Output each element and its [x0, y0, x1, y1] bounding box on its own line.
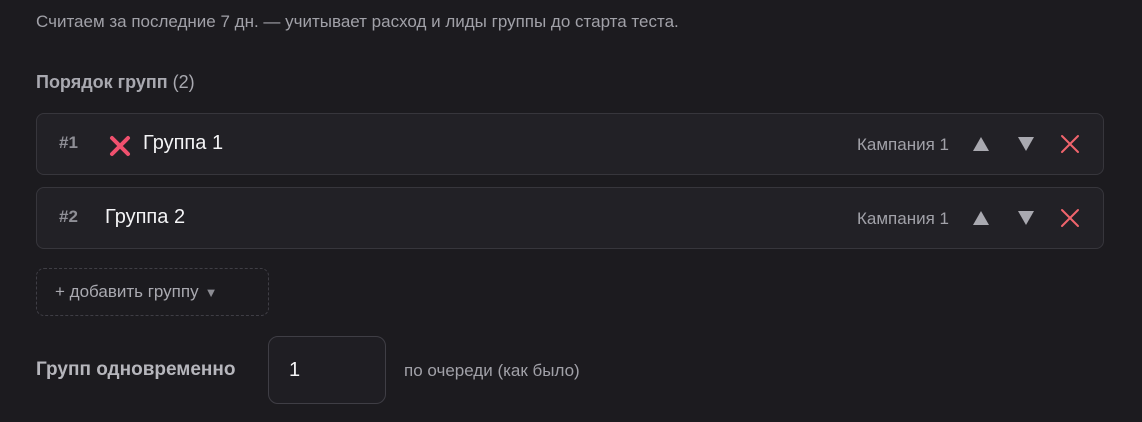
remove-group-button[interactable]	[1058, 206, 1082, 230]
concurrent-groups-label: Групп одновременно	[36, 359, 236, 380]
close-icon	[1061, 209, 1079, 227]
campaign-name: Кампания 1	[857, 209, 949, 228]
period-hint: Считаем за последние 7 дн. — учитывает р…	[36, 12, 679, 31]
triangle-down-icon	[1018, 211, 1034, 225]
triangle-up-icon	[973, 137, 989, 151]
triangle-down-icon	[1018, 137, 1034, 151]
concurrent-groups-hint: по очереди (как было)	[404, 361, 580, 380]
move-up-button[interactable]	[969, 132, 993, 156]
remove-group-button[interactable]	[1058, 132, 1082, 156]
group-order-panel: Считаем за последние 7 дн. — учитывает р…	[0, 0, 1142, 422]
group-row-index: #1	[59, 133, 78, 152]
triangle-up-icon	[973, 211, 989, 225]
section-title-label: Порядок групп	[36, 72, 168, 92]
add-group-button[interactable]: + добавить группу ▼	[36, 268, 269, 316]
move-down-button[interactable]	[1014, 206, 1038, 230]
move-up-button[interactable]	[969, 206, 993, 230]
group-row-index: #2	[59, 207, 78, 226]
add-group-label: + добавить группу	[55, 282, 199, 301]
close-icon	[1061, 135, 1079, 153]
group-name: Группа 2	[105, 206, 186, 228]
group-name: Группа 1	[143, 132, 224, 154]
concurrent-groups-input[interactable]	[268, 336, 386, 404]
move-down-button[interactable]	[1014, 132, 1038, 156]
group-count: (2)	[172, 72, 195, 92]
group-row: #1 Группа 1 Кампания 1	[36, 113, 1104, 175]
campaign-name: Кампания 1	[857, 135, 949, 154]
group-row: #2 Группа 2 Кампания 1	[36, 187, 1104, 249]
chevron-down-icon: ▼	[204, 285, 218, 300]
section-title: Порядок групп (2)	[36, 72, 195, 93]
error-x-icon	[109, 135, 131, 157]
